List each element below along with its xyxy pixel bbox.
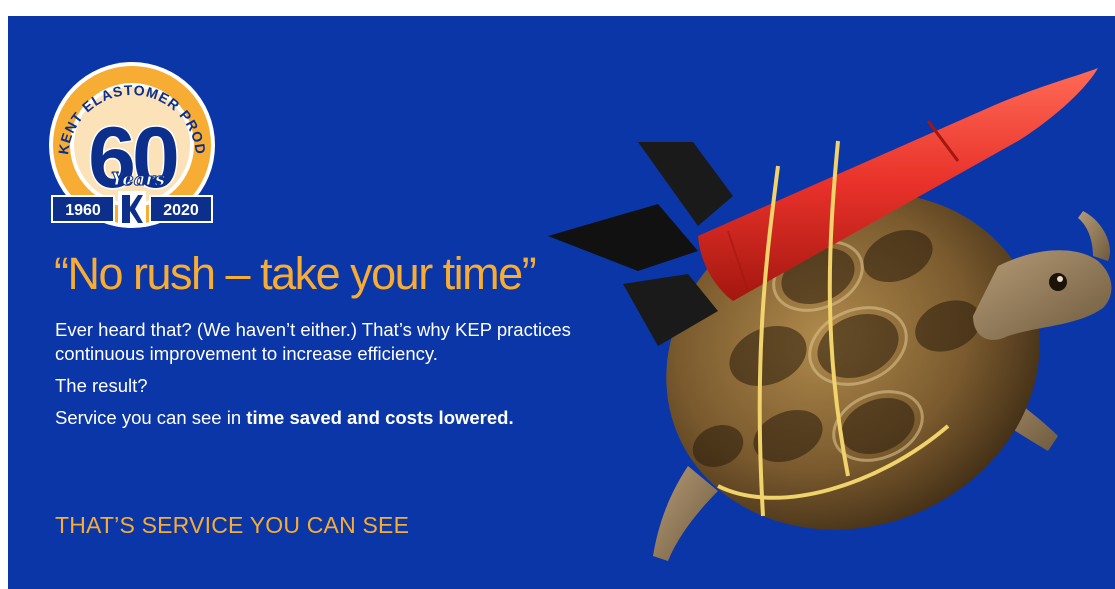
tortoise-head: [973, 211, 1112, 340]
headline: “No rush – take your time”: [54, 248, 537, 299]
rocket-tortoise-illustration: [548, 68, 1112, 561]
tortoise-rear-leg: [653, 466, 718, 561]
body-paragraph-3-bold: time saved and costs lowered.: [246, 407, 514, 428]
kep-60-years-logo: KENT ELASTOMER PRODUCTS, INC. 60 Years 1…: [46, 59, 215, 228]
body-paragraph-3-prefix: Service you can see in: [55, 407, 247, 428]
logo-years-script: Years: [111, 169, 165, 190]
logo-year-end: 2020: [163, 202, 199, 219]
tagline: THAT’S SERVICE YOU CAN SEE: [55, 512, 410, 538]
logo-year-start: 1960: [65, 202, 101, 219]
ad-banner: KENT ELASTOMER PRODUCTS, INC. 60 Years 1…: [8, 16, 1115, 589]
